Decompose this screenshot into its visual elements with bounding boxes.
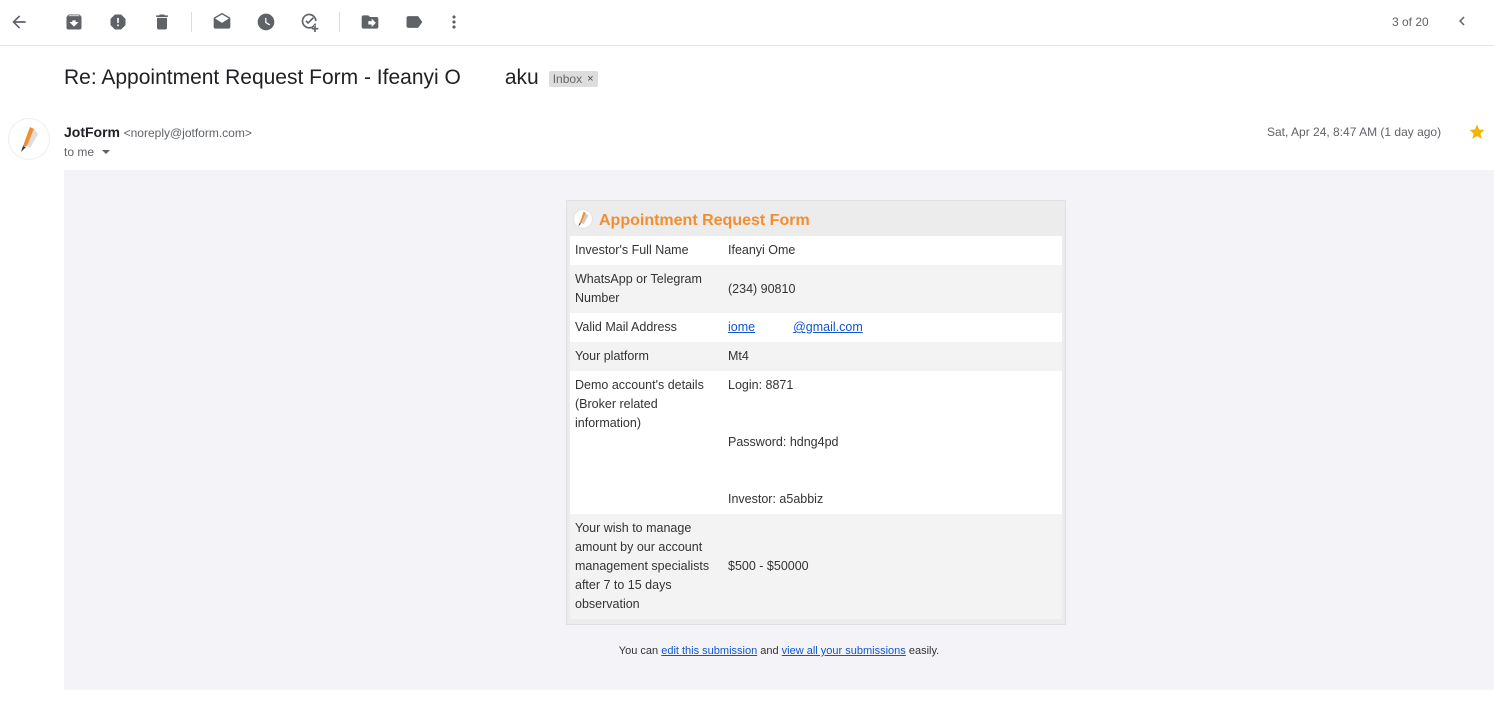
arrow-back-icon [12, 15, 26, 29]
field-label: Valid Mail Address [575, 320, 677, 334]
field-label: Demo account's details (Broker related i… [575, 378, 704, 430]
field-value-cell: (234) 90810 [718, 265, 1062, 313]
field-value: (234) 90810 [728, 281, 796, 296]
footer-middle: and [757, 645, 782, 657]
field-value: $500 - $50000 [728, 559, 809, 573]
field-value: Ifeanyi Ome [728, 243, 796, 257]
field-label: Your platform [575, 349, 649, 363]
table-row: Your platform Mt4 [570, 342, 1062, 371]
report-spam-button[interactable] [106, 10, 130, 34]
message-body: Appointment Request Form Investor's Full… [64, 170, 1494, 690]
sender-email: <noreply@jotform.com> [123, 126, 252, 140]
toolbar: 3 of 20 [0, 0, 1494, 46]
form-header: Appointment Request Form [567, 201, 1065, 236]
field-label: Your wish to manage amount by our accoun… [575, 521, 710, 611]
field-value-cell: iome @gmail.com [718, 313, 1062, 342]
sender-name[interactable]: JotForm [64, 124, 120, 140]
subject-text-suffix: aku [504, 66, 539, 89]
email-link-suffix: @gmail.com [793, 320, 863, 334]
field-value-cell: Ifeanyi Ome [718, 236, 1062, 265]
labels-button[interactable] [402, 10, 426, 34]
field-value-cell: $500 - $50000 [718, 514, 1062, 619]
email-subject: Re: Appointment Request Form - Ifeanyi O… [64, 66, 598, 90]
more-button[interactable] [442, 10, 466, 34]
recipient-text: to me [64, 145, 95, 159]
field-value: Mt4 [728, 349, 749, 363]
pager-count: 3 of 20 [1392, 15, 1429, 29]
table-row: Investor's Full Name Ifeanyi Ome [570, 236, 1062, 265]
table-row: Demo account's details (Broker related i… [570, 371, 1062, 514]
table-row: Valid Mail Address iome @gmail.com [570, 313, 1062, 342]
chevron-left-icon [1459, 16, 1465, 26]
recipient-dropdown[interactable]: to me [64, 145, 111, 159]
subject-text: Re: Appointment Request Form - Ifeanyi O [64, 66, 461, 89]
edit-submission-link[interactable]: edit this submission [661, 645, 757, 657]
redaction [460, 68, 505, 88]
remove-label-button[interactable]: × [587, 73, 593, 85]
inbox-label-chip: Inbox × [548, 71, 598, 87]
footer-prefix: You can [618, 645, 662, 657]
table-row: Your wish to manage amount by our accoun… [570, 514, 1062, 619]
jotform-logo-icon [21, 127, 38, 152]
sender-info: JotForm <noreply@jotform.com> [64, 124, 252, 140]
field-value-cell: Login: 8871 Password: hdng4pd Investor: … [718, 371, 1062, 514]
toolbar-divider [339, 12, 340, 32]
move-to-button[interactable] [358, 10, 382, 34]
login-line: Login: 8871 [728, 378, 794, 392]
delete-button[interactable] [150, 10, 174, 34]
avatar[interactable] [9, 119, 49, 159]
newer-button[interactable] [1452, 11, 1472, 31]
more-vert-icon [452, 15, 456, 29]
jotform-logo-icon [573, 208, 593, 229]
mail-open-icon [213, 12, 231, 29]
archive-button[interactable] [62, 10, 86, 34]
label-icon [406, 16, 423, 28]
task-add-icon [301, 13, 319, 32]
field-label: Investor's Full Name [575, 243, 689, 257]
toolbar-divider [191, 12, 192, 32]
snooze-button[interactable] [254, 10, 278, 34]
mark-unread-button[interactable] [210, 10, 234, 34]
report-icon [110, 14, 126, 30]
trash-icon [156, 14, 168, 30]
caret-down-icon [102, 150, 111, 154]
label-text: Inbox [552, 72, 583, 86]
move-icon [361, 15, 379, 29]
table-row: WhatsApp or Telegram Number (234) 90810 [570, 265, 1062, 313]
archive-icon [66, 14, 82, 30]
star-icon [1469, 124, 1485, 139]
clock-icon [257, 13, 275, 31]
add-to-tasks-button[interactable] [298, 10, 322, 34]
view-submissions-link[interactable]: view all your submissions [782, 645, 906, 657]
footer-note: You can edit this submission and view al… [64, 645, 1494, 657]
email-link[interactable]: iome @gmail.com [728, 320, 863, 334]
form-card: Appointment Request Form Investor's Full… [566, 200, 1066, 625]
form-title: Appointment Request Form [599, 211, 810, 229]
password-line: Password: hdng4pd [728, 435, 839, 449]
star-button[interactable] [1468, 123, 1486, 141]
footer-suffix: easily. [905, 645, 940, 657]
message-date: Sat, Apr 24, 8:47 AM (1 day ago) [1267, 125, 1442, 139]
field-value-cell: Mt4 [718, 342, 1062, 371]
email-link-prefix: iome [728, 320, 756, 334]
back-button[interactable] [7, 10, 31, 34]
submission-table: Investor's Full Name Ifeanyi Ome WhatsAp… [570, 236, 1062, 619]
investor-line: Investor: a5abbiz [728, 492, 824, 506]
field-label: WhatsApp or Telegram Number [575, 272, 702, 305]
